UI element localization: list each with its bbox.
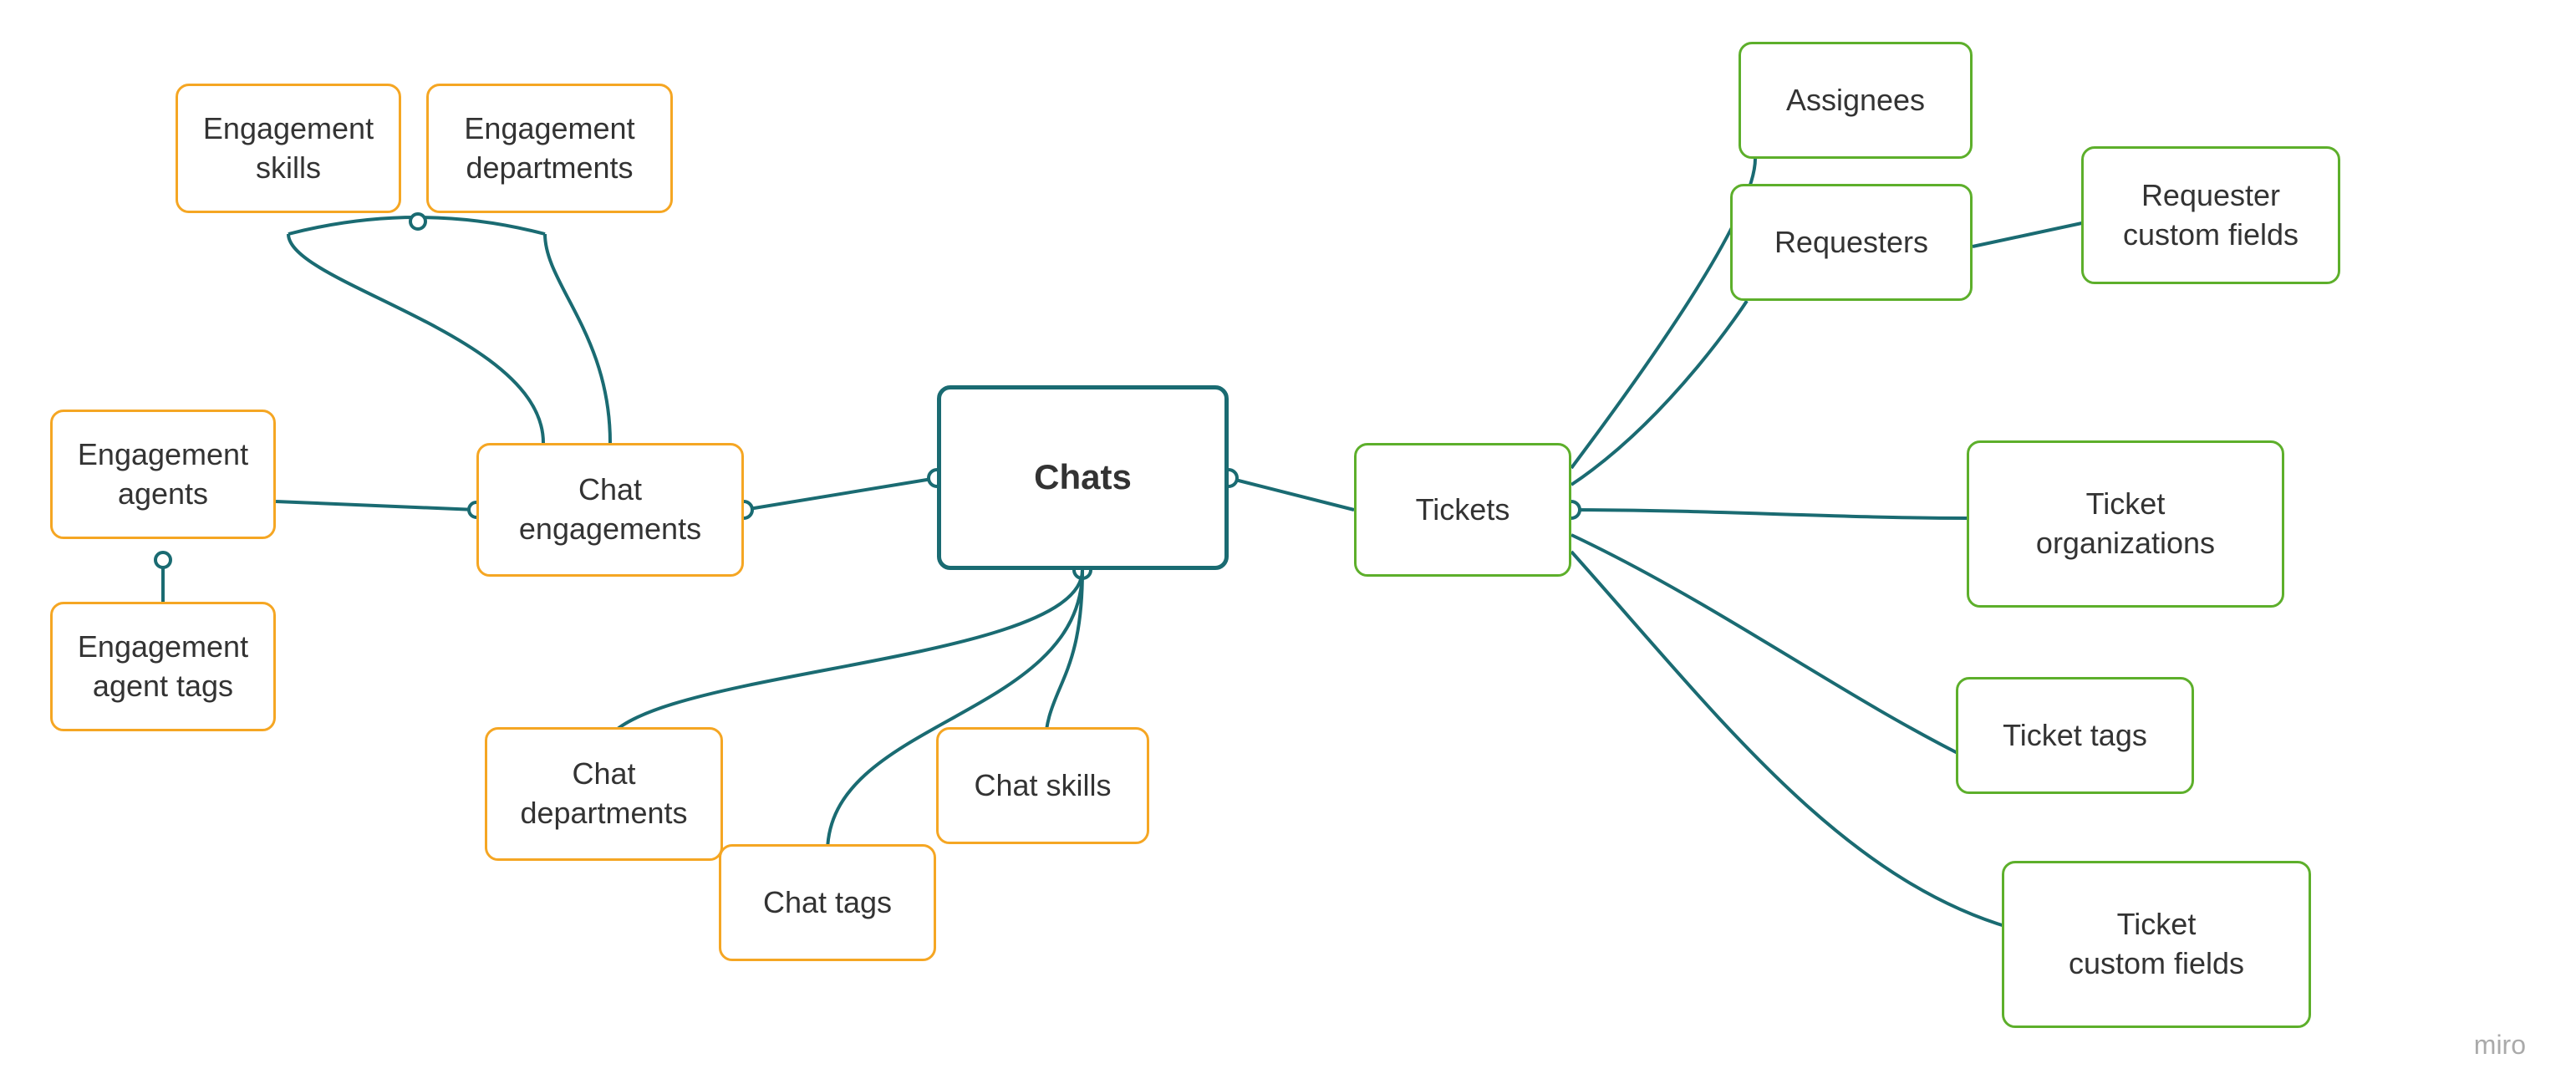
chat-skills-node: Chat skills xyxy=(936,727,1149,844)
ticket-organizations-node: Ticketorganizations xyxy=(1967,440,2284,608)
engagement-agent-tags-node: Engagementagent tags xyxy=(50,602,276,731)
engagement-skills-label: Engagementskills xyxy=(203,109,374,188)
assignees-label: Assignees xyxy=(1786,81,1925,120)
ticket-tags-label: Ticket tags xyxy=(2003,716,2147,756)
chat-tags-label: Chat tags xyxy=(763,883,892,923)
tickets-label: Tickets xyxy=(1416,491,1510,530)
miro-watermark: miro xyxy=(2474,1030,2526,1061)
requester-custom-fields-node: Requestercustom fields xyxy=(2081,146,2340,284)
ticket-tags-node: Ticket tags xyxy=(1956,677,2194,794)
engagement-departments-label: Engagementdepartments xyxy=(464,109,634,188)
chat-departments-node: Chatdepartments xyxy=(485,727,723,861)
ticket-custom-fields-label: Ticketcustom fields xyxy=(2069,905,2244,984)
chats-node: Chats xyxy=(937,385,1229,570)
assignees-node: Assignees xyxy=(1739,42,1973,159)
engagement-departments-node: Engagementdepartments xyxy=(426,84,673,213)
chat-skills-label: Chat skills xyxy=(974,766,1111,806)
ticket-custom-fields-node: Ticketcustom fields xyxy=(2002,861,2311,1028)
chat-departments-label: Chatdepartments xyxy=(520,755,687,833)
requester-custom-fields-label: Requestercustom fields xyxy=(2123,176,2299,255)
chats-label: Chats xyxy=(1034,455,1132,501)
chat-tags-node: Chat tags xyxy=(719,844,936,961)
requesters-label: Requesters xyxy=(1774,223,1928,262)
chat-engagements-node: Chatengagements xyxy=(476,443,744,577)
tickets-node: Tickets xyxy=(1354,443,1571,577)
requesters-node: Requesters xyxy=(1730,184,1973,301)
ticket-organizations-label: Ticketorganizations xyxy=(2036,485,2215,563)
engagement-agents-label: Engagementagents xyxy=(78,435,248,514)
engagement-skills-node: Engagementskills xyxy=(176,84,401,213)
engagement-agent-tags-label: Engagementagent tags xyxy=(78,628,248,706)
chat-engagements-label: Chatengagements xyxy=(519,471,701,549)
engagement-agents-node: Engagementagents xyxy=(50,410,276,539)
